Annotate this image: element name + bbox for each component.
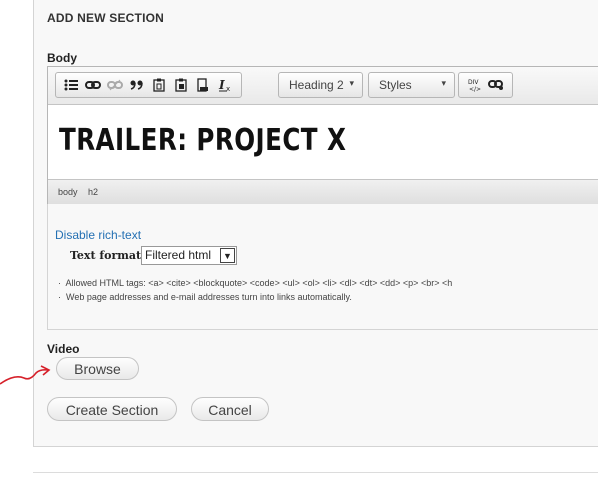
toolbar-group-extra: DIV </> <box>458 72 513 98</box>
svg-text:x: x <box>226 85 230 92</box>
text-format-box: Disable rich-text Text format Filtered h… <box>47 204 598 330</box>
tip-item: · Web page addresses and e-mail addresse… <box>58 292 352 302</box>
video-label: Video <box>47 342 80 356</box>
body-label: Body <box>47 51 77 65</box>
anchor-icon[interactable] <box>485 75 507 95</box>
paste-icon[interactable] <box>192 75 214 95</box>
div-container-icon[interactable]: DIV </> <box>463 75 485 95</box>
add-section-panel: ADD NEW SECTION Body I x Heading 2 ▾ Sty… <box>33 0 598 447</box>
filter-tips: · Allowed HTML tags: <a> <cite> <blockqu… <box>58 278 452 306</box>
path-item-body[interactable]: body <box>58 187 78 197</box>
section-title: ADD NEW SECTION <box>47 11 164 25</box>
text-format-label: Text format <box>70 249 142 262</box>
paste-word-icon[interactable] <box>170 75 192 95</box>
svg-text:DIV: DIV <box>468 79 479 86</box>
chevron-down-icon: ▾ <box>349 78 354 88</box>
chevron-down-icon: ▼ <box>220 248 235 263</box>
link-icon[interactable] <box>82 75 104 95</box>
disable-rich-text-link[interactable]: Disable rich-text <box>55 228 141 242</box>
paste-text-icon[interactable] <box>148 75 170 95</box>
editor-content-area[interactable]: TRAILER: PROJECT X <box>48 105 598 179</box>
unlink-icon[interactable] <box>104 75 126 95</box>
text-format-select[interactable]: Filtered html ▼ <box>141 246 237 265</box>
remove-format-icon[interactable]: Ix <box>214 75 236 95</box>
tip-item: · Allowed HTML tags: <a> <cite> <blockqu… <box>58 278 453 288</box>
styles-combo-value: Styles <box>379 78 412 92</box>
content-heading[interactable]: TRAILER: PROJECT X <box>59 123 346 158</box>
chevron-down-icon: ▾ <box>441 78 446 88</box>
styles-combo[interactable]: Styles ▾ <box>368 72 455 98</box>
footer-divider <box>33 472 598 473</box>
rich-text-editor[interactable]: Ix Heading 2 ▾ Styles ▾ DIV </> TRAILER:… <box>47 66 598 205</box>
blockquote-icon[interactable] <box>126 75 148 95</box>
toolbar-group-main: Ix <box>55 72 242 98</box>
svg-text:</>: </> <box>469 86 481 92</box>
format-combo-value: Heading 2 <box>289 78 344 92</box>
text-format-value: Filtered html <box>145 248 212 262</box>
annotation-arrow-icon <box>0 365 51 385</box>
cancel-button[interactable]: Cancel <box>191 397 269 421</box>
svg-text:I: I <box>218 78 225 92</box>
path-item-h2[interactable]: h2 <box>88 187 98 197</box>
bulleted-list-icon[interactable] <box>60 75 82 95</box>
editor-toolbar: Ix Heading 2 ▾ Styles ▾ DIV </> <box>48 67 598 105</box>
format-combo[interactable]: Heading 2 ▾ <box>278 72 363 98</box>
element-path-bar: body h2 <box>48 179 598 205</box>
browse-button[interactable]: Browse <box>56 357 139 380</box>
create-section-button[interactable]: Create Section <box>47 397 177 421</box>
